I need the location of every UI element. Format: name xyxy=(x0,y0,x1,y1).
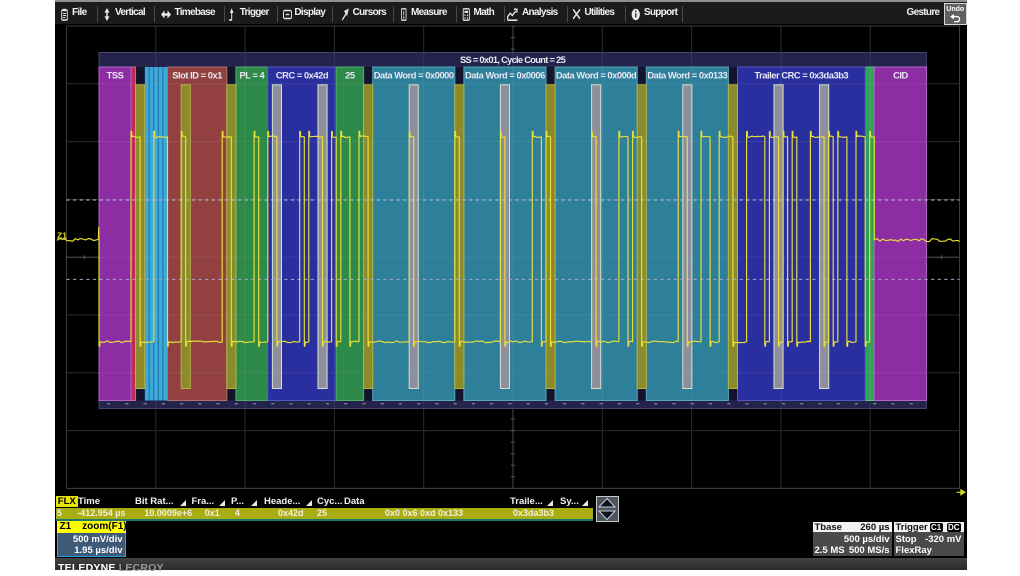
svg-text:Data Word = 0x0000: Data Word = 0x0000 xyxy=(374,70,454,80)
svg-text:25: 25 xyxy=(345,70,355,80)
svg-text:Z1: Z1 xyxy=(57,231,67,241)
svg-text:Data Word = 0x000d: Data Word = 0x000d xyxy=(556,70,637,80)
svg-text:TSS: TSS xyxy=(107,70,124,80)
svg-text:Trailer CRC = 0x3da3b3: Trailer CRC = 0x3da3b3 xyxy=(754,70,848,80)
svg-text:Data Word = 0x0133: Data Word = 0x0133 xyxy=(647,70,727,80)
svg-text:Data Word = 0x0006: Data Word = 0x0006 xyxy=(465,70,545,80)
svg-text:PL = 4: PL = 4 xyxy=(240,70,266,80)
svg-text:CID: CID xyxy=(893,70,908,80)
svg-text:Slot ID = 0x1: Slot ID = 0x1 xyxy=(172,70,222,80)
svg-text:CRC = 0x42d: CRC = 0x42d xyxy=(276,70,329,80)
